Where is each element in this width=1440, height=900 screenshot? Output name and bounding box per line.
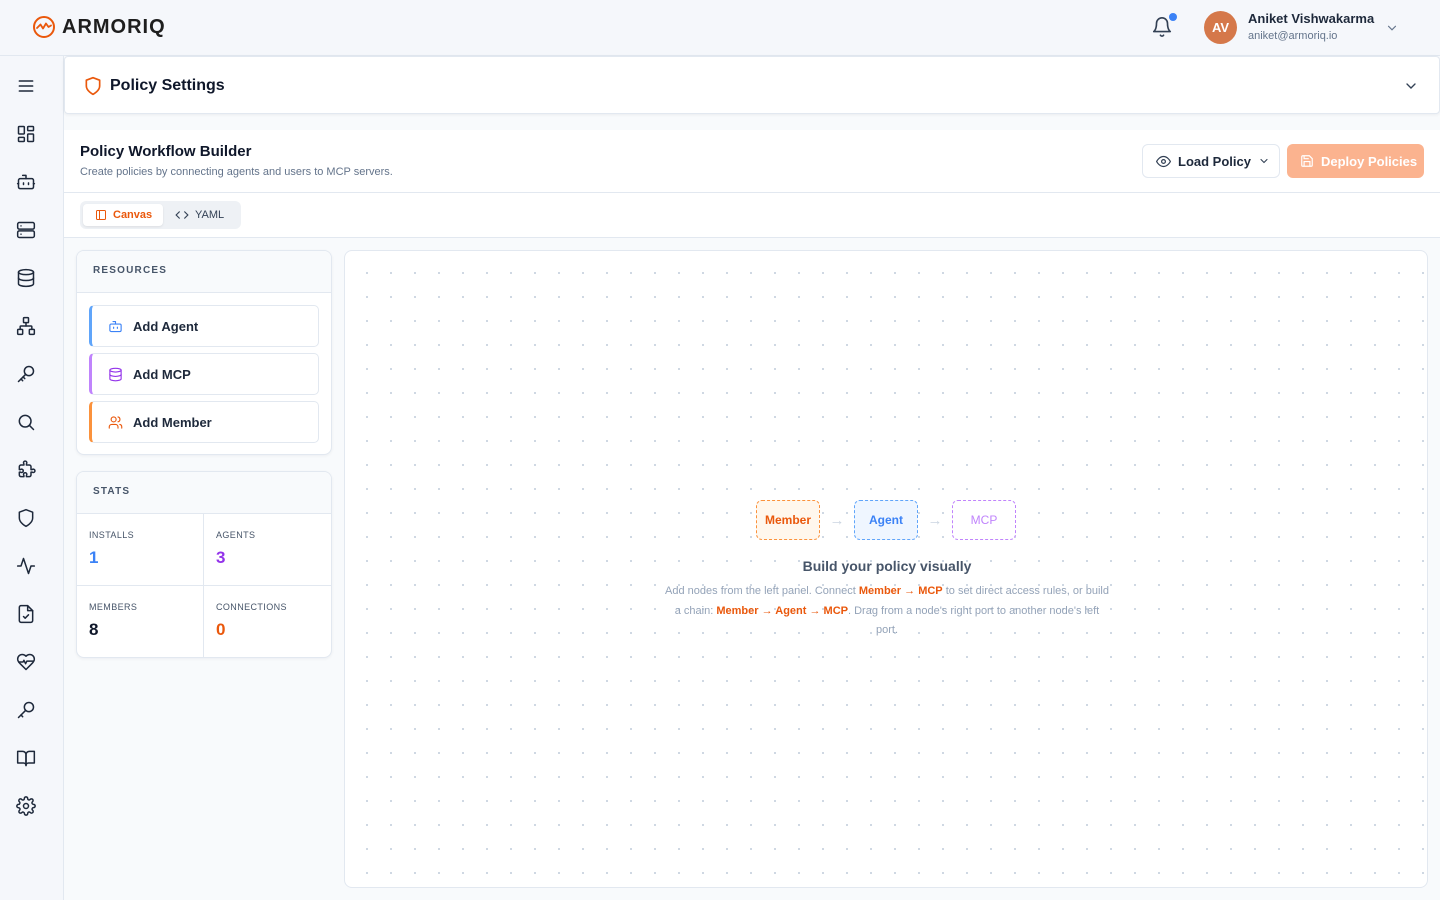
builder-subtitle: Create policies by connecting agents and…: [80, 166, 393, 178]
workflow-canvas[interactable]: Member → Agent → MCP Build your policy v…: [344, 250, 1428, 888]
stat-value: 1: [89, 548, 99, 567]
add-agent-label: Add Agent: [133, 318, 199, 334]
add-member-label: Add Member: [133, 414, 212, 430]
puzzle-icon[interactable]: [16, 460, 36, 480]
search-icon[interactable]: [16, 412, 36, 432]
user-email: aniket@armoriq.io: [1248, 30, 1338, 42]
dashboard-icon[interactable]: [16, 124, 36, 144]
add-mcp-button[interactable]: Add MCP: [89, 353, 319, 395]
server-icon[interactable]: [16, 220, 36, 240]
shield-icon[interactable]: [16, 508, 36, 528]
menu-icon[interactable]: [16, 76, 36, 96]
database-icon[interactable]: [16, 268, 36, 288]
deploy-policies-label: Deploy Policies: [1321, 153, 1418, 169]
desc-arrow: →: [806, 604, 824, 617]
network-icon[interactable]: [16, 316, 36, 336]
stat-label: AGENTS: [216, 530, 256, 540]
tab-yaml-label: YAML: [195, 209, 225, 221]
top-bar: ARMORIQ AV Aniket Vishwakarma aniket@arm…: [0, 0, 1440, 56]
add-member-button[interactable]: Add Member: [89, 401, 319, 443]
empty-state-description: Add nodes from the left panel. Connect M…: [665, 582, 1109, 641]
desc-mcp: MCP: [823, 604, 848, 617]
stat-label: INSTALLS: [89, 530, 135, 540]
tab-yaml[interactable]: YAML: [175, 204, 224, 226]
layout-icon: [96, 210, 106, 220]
stat-value: 3: [216, 548, 226, 567]
file-check-icon[interactable]: [16, 604, 36, 624]
policy-settings-header[interactable]: Policy Settings: [64, 56, 1440, 114]
avatar[interactable]: AV: [1204, 11, 1237, 44]
desc-arrow: →: [758, 604, 776, 617]
desc-mcp: MCP: [918, 585, 943, 597]
example-member-node: Member: [756, 500, 820, 540]
user-menu-chevron-down-icon[interactable]: [1385, 21, 1399, 35]
code-icon: [175, 211, 189, 219]
stat-label: CONNECTIONS: [216, 602, 287, 612]
load-policy-label: Load Policy: [1178, 153, 1251, 169]
database-icon: [109, 367, 122, 381]
brand-logo[interactable]: ARMORIQ: [32, 15, 166, 39]
chevron-down-icon: [1260, 158, 1268, 164]
add-mcp-label: Add MCP: [133, 366, 191, 382]
stat-installs: INSTALLS 1: [77, 514, 204, 586]
builder-header: Policy Workflow Builder Create policies …: [64, 130, 1440, 193]
add-agent-button[interactable]: Add Agent: [89, 305, 319, 347]
desc-text: Add nodes from the left panel. Connect: [665, 585, 859, 597]
stat-connections: CONNECTIONS 0: [204, 586, 331, 657]
desc-agent: Agent: [775, 604, 807, 617]
stat-label: MEMBERS: [89, 602, 138, 612]
flow-arrow: →: [829, 511, 845, 529]
deploy-policies-button[interactable]: Deploy Policies: [1287, 144, 1424, 178]
api-key-icon[interactable]: [16, 700, 36, 720]
stats-heading: STATS: [77, 472, 331, 514]
desc-member: Member: [716, 604, 759, 617]
resources-panel: RESOURCES Add Agent Add MCP Add Member: [76, 250, 332, 455]
view-tabs: Canvas YAML: [80, 201, 241, 229]
page-title: Policy Settings: [110, 77, 225, 94]
book-icon[interactable]: [16, 748, 36, 768]
stats-panel: STATS INSTALLS 1 AGENTS 3 MEMBERS 8 CONN…: [76, 471, 332, 658]
save-icon: [1301, 155, 1313, 167]
tab-canvas[interactable]: Canvas: [83, 204, 163, 226]
resources-heading: RESOURCES: [77, 251, 331, 293]
desc-text: . Drag from a node's right port to anoth…: [848, 604, 1100, 637]
sidebar: [0, 56, 64, 900]
stat-value: 8: [89, 620, 99, 639]
settings-icon[interactable]: [16, 796, 36, 816]
example-agent-node: Agent: [854, 500, 918, 540]
view-tabs-row: Canvas YAML: [64, 193, 1440, 238]
heart-pulse-icon[interactable]: [16, 652, 36, 672]
empty-state-title: Build your policy visually: [802, 558, 972, 574]
bot-icon: [109, 320, 122, 332]
example-mcp-node: MCP: [952, 500, 1016, 540]
armoriq-logo-icon: [33, 16, 55, 38]
example-flow: Member → Agent → MCP: [756, 500, 1016, 540]
activity-icon[interactable]: [16, 556, 36, 576]
notification-dot: [1169, 13, 1177, 21]
desc-arrow: →: [901, 585, 919, 597]
users-icon: [108, 415, 123, 429]
load-policy-button[interactable]: Load Policy: [1142, 144, 1280, 178]
brand-name: ARMORIQ: [62, 15, 166, 38]
key-icon[interactable]: [16, 364, 36, 384]
flow-arrow: →: [927, 511, 943, 529]
tab-canvas-label: Canvas: [113, 209, 153, 221]
builder-title: Policy Workflow Builder: [80, 143, 252, 160]
eye-icon: [1156, 155, 1171, 167]
stat-members: MEMBERS 8: [77, 586, 204, 657]
shield-icon: [85, 76, 101, 96]
chevron-down-icon[interactable]: [1403, 78, 1419, 94]
stat-agents: AGENTS 3: [204, 514, 331, 586]
bot-icon[interactable]: [16, 172, 36, 192]
desc-member: Member: [858, 585, 902, 597]
stat-value: 0: [216, 620, 226, 639]
user-name[interactable]: Aniket Vishwakarma: [1248, 11, 1374, 26]
